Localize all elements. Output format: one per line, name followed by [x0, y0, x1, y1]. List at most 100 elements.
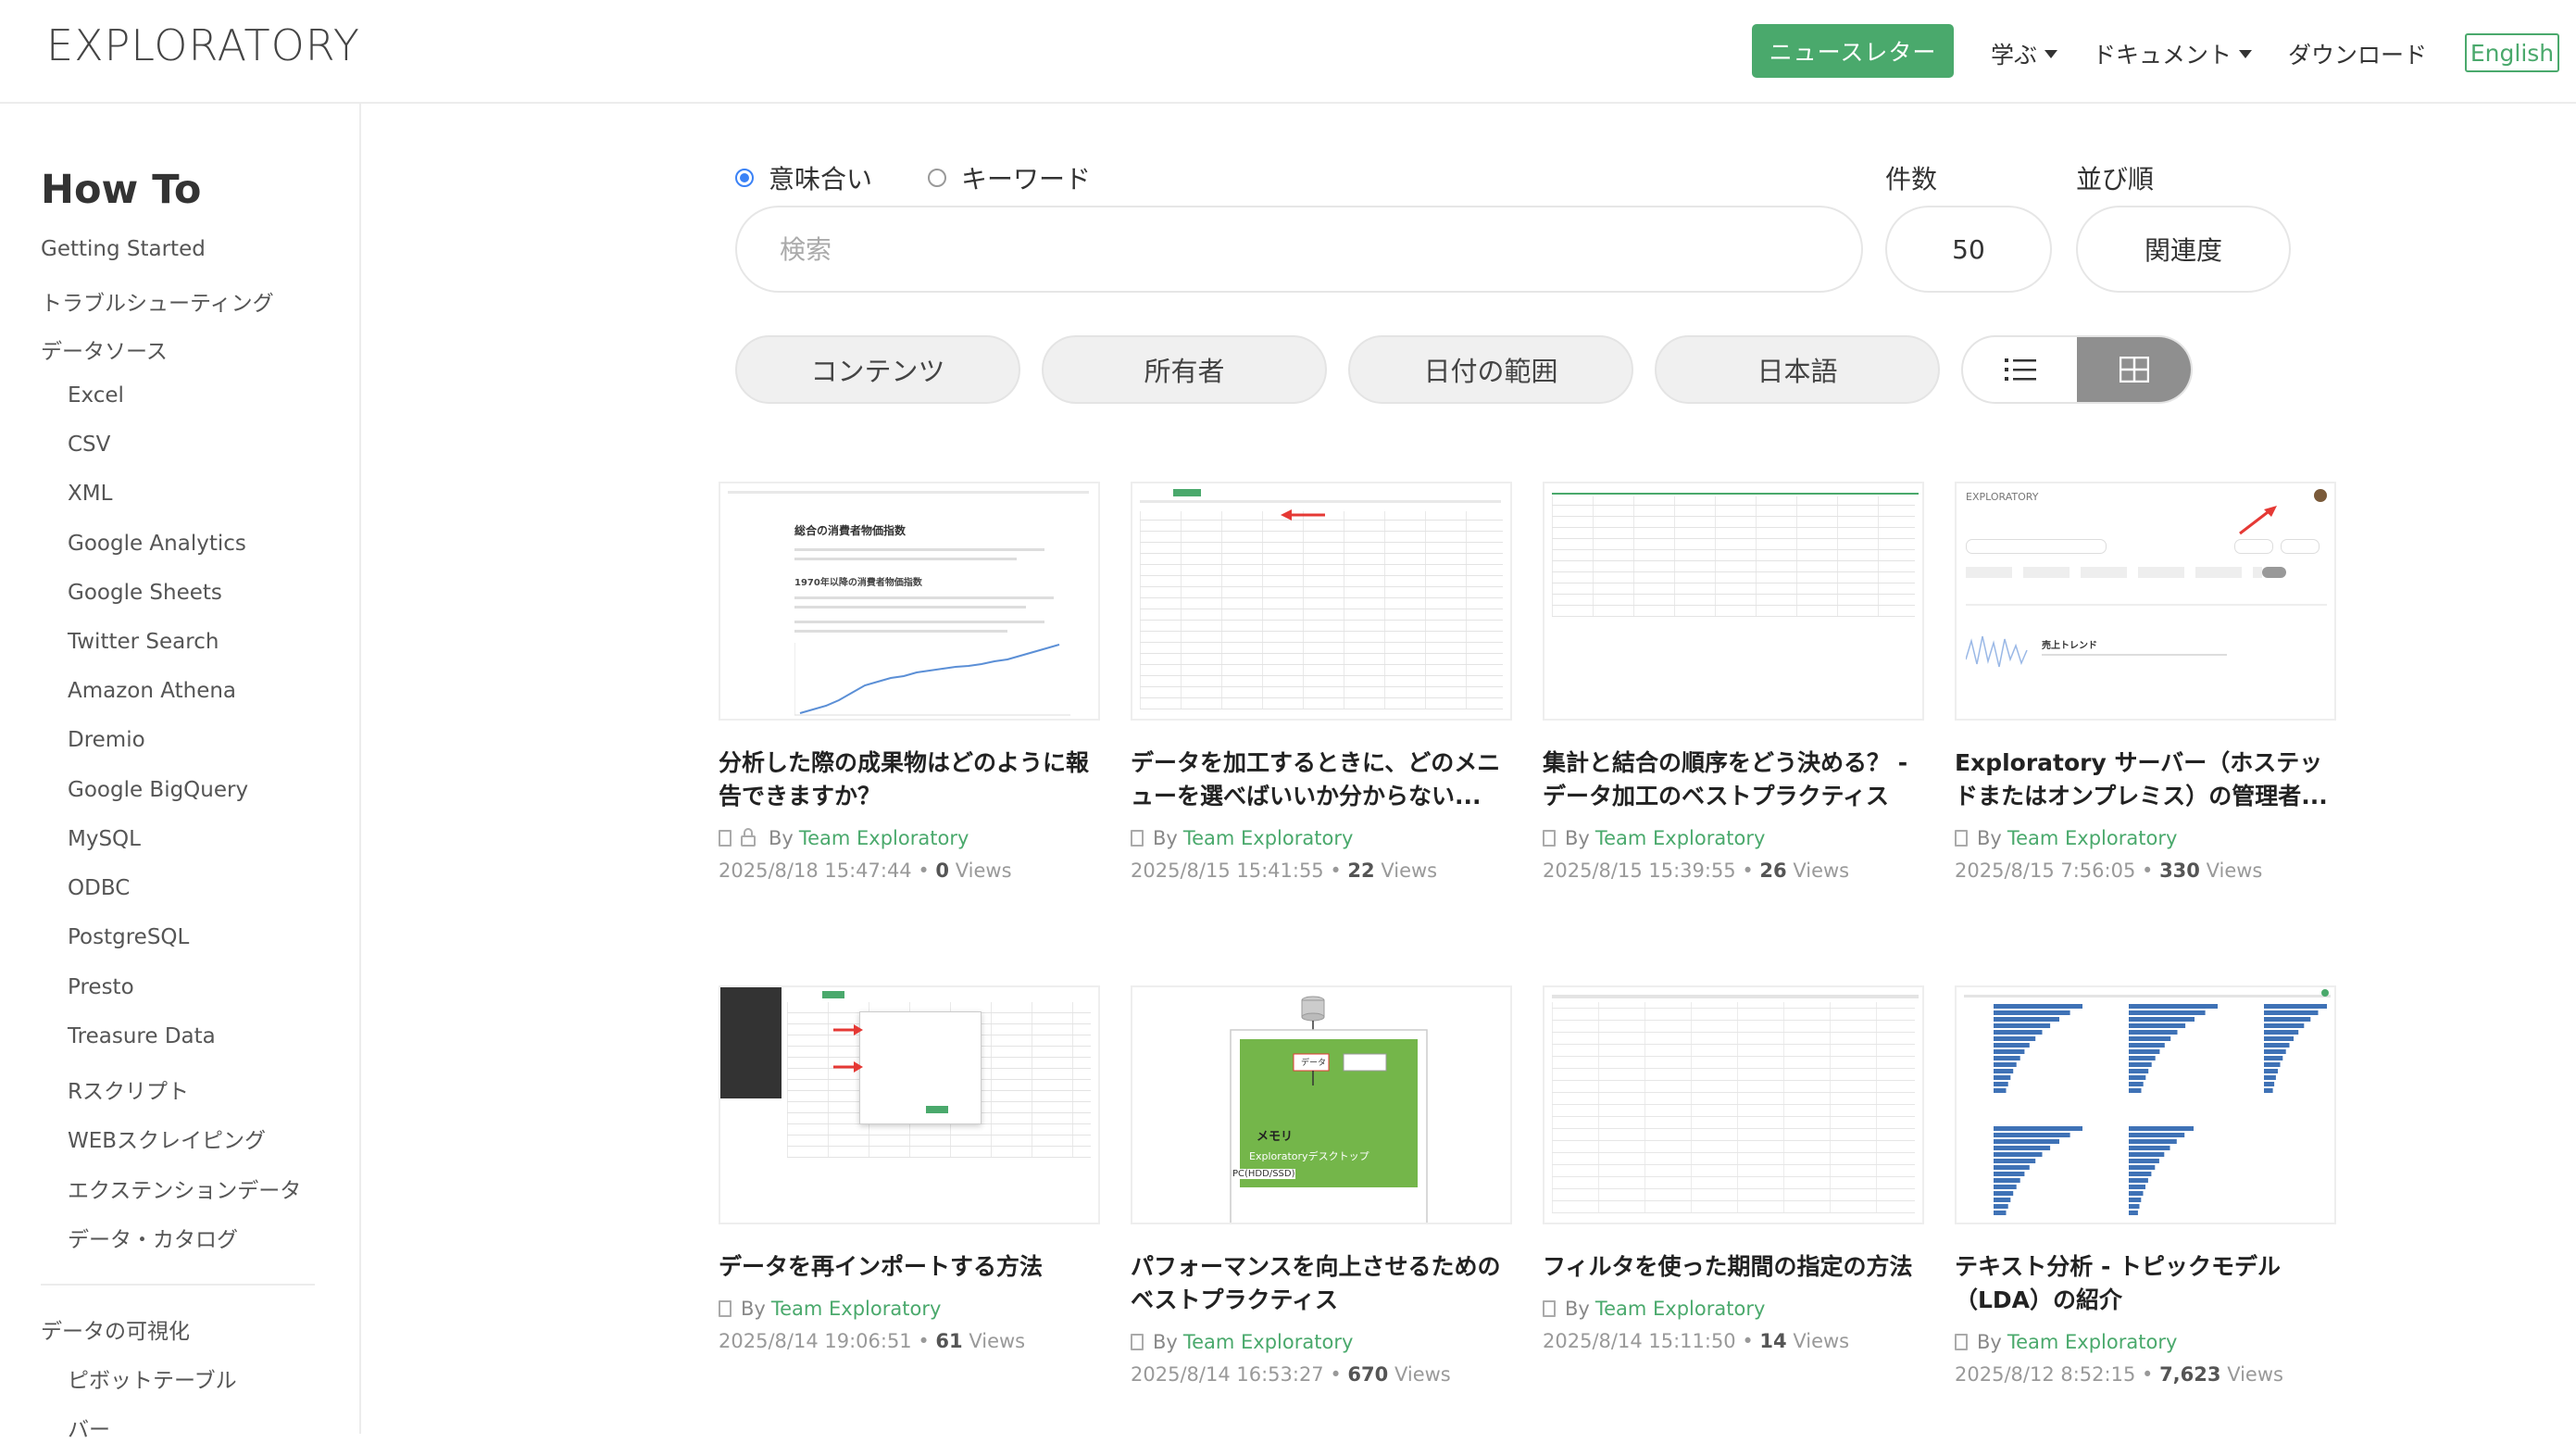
- card-title[interactable]: パフォーマンスを向上させるためのベストプラクティス: [1131, 1250, 1512, 1317]
- card-thumbnail[interactable]: データ メモリ Exploratoryデスクトップ PC(HDD/SSD): [1131, 985, 1512, 1224]
- radio-keyword-indicator[interactable]: [928, 169, 946, 187]
- count-label: 件数: [1885, 164, 1938, 194]
- list-view-button[interactable]: [1963, 337, 2077, 402]
- card-owner-link[interactable]: Team Exploratory: [799, 827, 969, 849]
- sidebar-item-visualization[interactable]: データの可視化: [41, 1313, 190, 1345]
- thumb-bar: [2264, 1069, 2278, 1073]
- card-thumbnail[interactable]: [1543, 482, 1924, 721]
- thumb-bar: [1994, 1049, 2025, 1054]
- card-owner-link[interactable]: Team Exploratory: [1183, 1331, 1354, 1353]
- card-title[interactable]: テキスト分析 - トピックモデル（LDA）の紹介: [1955, 1250, 2336, 1317]
- sidebar-item-postgresql[interactable]: PostgreSQL: [68, 925, 189, 949]
- language-button[interactable]: English: [2465, 33, 2559, 72]
- card-owner-link[interactable]: Team Exploratory: [2007, 1331, 2178, 1353]
- card-owner-link[interactable]: Team Exploratory: [1595, 827, 1766, 849]
- card-owner-link[interactable]: Team Exploratory: [2007, 827, 2178, 849]
- sidebar-item-mysql[interactable]: MySQL: [68, 827, 141, 851]
- sort-select[interactable]: 関連度: [2076, 206, 2291, 293]
- card-owner-link[interactable]: Team Exploratory: [1183, 827, 1354, 849]
- thumb-bar: [1994, 1043, 2030, 1048]
- thumb-bar: [2129, 1023, 2186, 1028]
- card-thumbnail[interactable]: 総合の消費者物価指数 1970年以降の消費者物価指数: [719, 482, 1100, 721]
- card-thumbnail[interactable]: [719, 985, 1100, 1224]
- sidebar-item-google-analytics[interactable]: Google Analytics: [68, 532, 246, 556]
- filter-date-range[interactable]: 日付の範囲: [1348, 335, 1633, 404]
- sidebar-item-twitter-search[interactable]: Twitter Search: [68, 630, 219, 654]
- sidebar-item-google-sheets[interactable]: Google Sheets: [68, 581, 222, 605]
- card-title[interactable]: フィルタを使った期間の指定の方法: [1543, 1250, 1924, 1284]
- search-box[interactable]: [735, 206, 1863, 293]
- sidebar-item-getting-started[interactable]: Getting Started: [41, 237, 206, 261]
- content-card[interactable]: フィルタを使った期間の指定の方法 By Team Exploratory 202…: [1543, 985, 1924, 1393]
- thumb-bar: [2129, 1030, 2178, 1035]
- card-title[interactable]: Exploratory サーバー（ホステッドまたはオンプレミス）の管理者...: [1955, 747, 2336, 813]
- newsletter-button[interactable]: ニュースレター: [1752, 24, 1954, 78]
- nav-learn[interactable]: 学ぶ: [1991, 37, 2058, 70]
- sidebar-item-data-catalog[interactable]: データ・カタログ: [68, 1222, 238, 1253]
- card-title[interactable]: データを加工するときに、どのメニューを選べばいいか分からない...: [1131, 747, 1512, 813]
- card-thumbnail[interactable]: [1131, 482, 1512, 721]
- content-card[interactable]: EXPLORATORY 売上トレンド Exploratory サーバー（ホステッ…: [1955, 482, 2336, 889]
- card-date-views: 2025/8/15 7:56:05 • 330 Views: [1955, 860, 2263, 882]
- thumb-bar: [2129, 1185, 2145, 1189]
- thumb-bar: [2264, 1062, 2281, 1067]
- filter-content[interactable]: コンテンツ: [735, 335, 1020, 404]
- thumb-bar: [2129, 1004, 2218, 1009]
- thumb-bar: [2264, 1043, 2290, 1048]
- card-view-count: 330: [2159, 860, 2200, 882]
- nav-docs[interactable]: ドキュメント: [2093, 37, 2253, 70]
- radio-semantic[interactable]: 意味合い: [735, 159, 872, 196]
- sidebar-item-odbc[interactable]: ODBC: [68, 876, 130, 900]
- card-title[interactable]: 分析した際の成果物はどのように報告できますか？: [719, 747, 1100, 813]
- card-thumbnail[interactable]: EXPLORATORY 売上トレンド: [1955, 482, 2336, 721]
- sidebar-item-r-script[interactable]: Rスクリプト: [68, 1073, 189, 1105]
- thumb-bar: [1994, 1159, 2036, 1163]
- thumb-bar: [2264, 1004, 2327, 1009]
- card-owner-link[interactable]: Team Exploratory: [771, 1298, 942, 1320]
- sidebar-item-google-bigquery[interactable]: Google BigQuery: [68, 778, 248, 802]
- content-card[interactable]: データを加工するときに、どのメニューを選べばいいか分からない... By Tea…: [1131, 482, 1512, 889]
- card-views-label: Views: [2206, 860, 2263, 882]
- count-select[interactable]: 50: [1885, 206, 2052, 293]
- thumb-bar: [2264, 1049, 2286, 1054]
- search-input[interactable]: [778, 232, 1861, 266]
- sidebar-item-csv[interactable]: CSV: [68, 433, 110, 457]
- sidebar-item-pivot-table[interactable]: ピボットテーブル: [68, 1362, 237, 1394]
- filter-language[interactable]: 日本語: [1655, 335, 1940, 404]
- thumb-chart-title: 総合の消費者物価指数: [794, 524, 907, 537]
- sidebar-item-excel[interactable]: Excel: [68, 383, 124, 408]
- document-icon: [1543, 1300, 1556, 1317]
- card-title[interactable]: データを再インポートする方法: [719, 1250, 1100, 1284]
- thumb-bar: [1994, 1191, 2014, 1196]
- card-owner-link[interactable]: Team Exploratory: [1595, 1298, 1766, 1320]
- content-card[interactable]: データ メモリ Exploratoryデスクトップ PC(HDD/SSD) パフ…: [1131, 985, 1512, 1393]
- card-title[interactable]: 集計と結合の順序をどう決める？ - データ加工のベストプラクティス: [1543, 747, 1924, 813]
- sidebar-item-extension-data[interactable]: エクステンションデータ: [68, 1173, 301, 1204]
- sidebar-item-dremio[interactable]: Dremio: [68, 728, 145, 752]
- card-thumbnail[interactable]: [1955, 985, 2336, 1224]
- content-card[interactable]: データを再インポートする方法 By Team Exploratory 2025/…: [719, 985, 1100, 1393]
- radio-keyword[interactable]: キーワード: [928, 159, 1091, 196]
- sidebar-item-treasure-data[interactable]: Treasure Data: [68, 1024, 216, 1048]
- sidebar-item-web-scraping[interactable]: WEBスクレイピング: [68, 1123, 266, 1154]
- thumb-memory-label: メモリ: [1257, 1130, 1294, 1144]
- sidebar-item-amazon-athena[interactable]: Amazon Athena: [68, 679, 236, 703]
- radio-semantic-indicator[interactable]: [735, 169, 754, 187]
- content-card[interactable]: 総合の消費者物価指数 1970年以降の消費者物価指数 分析した際の成果物はどのよ…: [719, 482, 1100, 889]
- grid-view-button[interactable]: [2077, 337, 2191, 402]
- sidebar-item-bar[interactable]: バー: [68, 1412, 110, 1443]
- sidebar-item-xml[interactable]: XML: [68, 482, 112, 506]
- nav-download[interactable]: ダウンロード: [2288, 37, 2427, 70]
- content-card[interactable]: 集計と結合の順序をどう決める？ - データ加工のベストプラクティス By Tea…: [1543, 482, 1924, 889]
- card-date-views: 2025/8/18 15:47:44 • 0 Views: [719, 860, 1012, 882]
- sidebar-item-datasource[interactable]: データソース: [41, 333, 168, 365]
- filter-owner[interactable]: 所有者: [1042, 335, 1327, 404]
- thumb-bar: [1994, 1062, 2017, 1067]
- card-date: 2025/8/15 7:56:05: [1955, 860, 2136, 882]
- sidebar-item-presto[interactable]: Presto: [68, 975, 134, 999]
- card-thumbnail[interactable]: [1543, 985, 1924, 1224]
- content-card[interactable]: テキスト分析 - トピックモデル（LDA）の紹介 By Team Explora…: [1955, 985, 2336, 1393]
- exploratory-logo[interactable]: EXPLORATORY: [46, 20, 360, 70]
- card-meta: By Team Exploratory: [719, 827, 969, 849]
- sidebar-item-troubleshooting[interactable]: トラブルシューティング: [41, 285, 274, 317]
